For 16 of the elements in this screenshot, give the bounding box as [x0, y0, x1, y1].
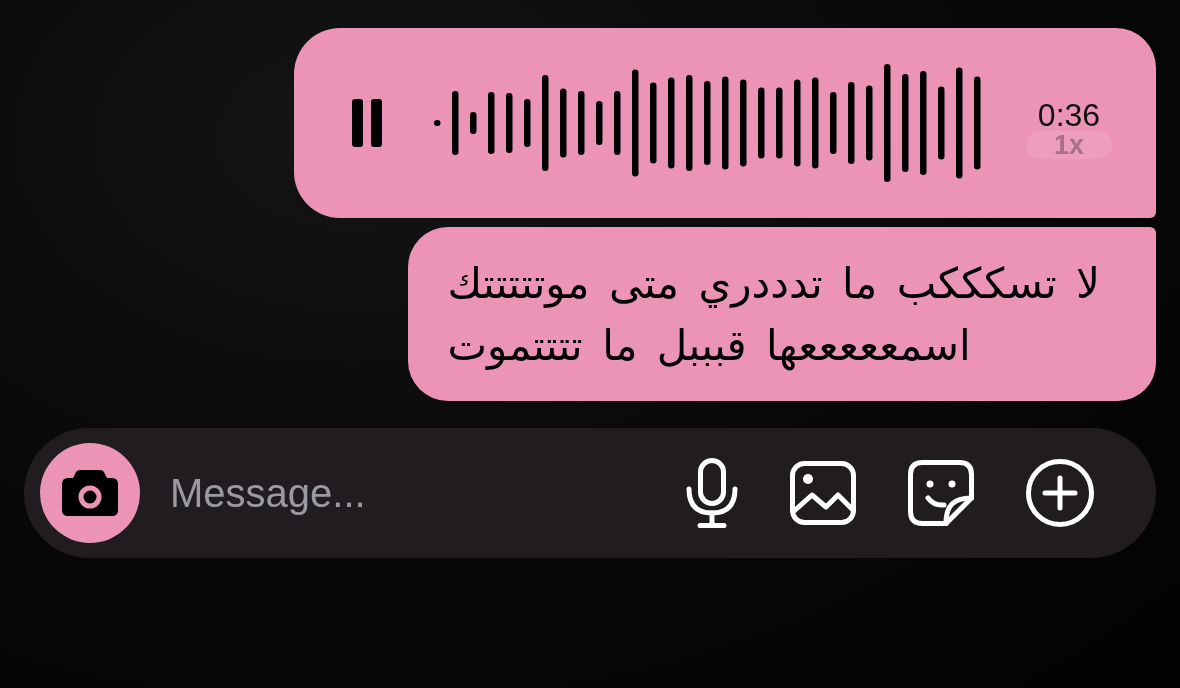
microphone-button[interactable] — [686, 458, 738, 528]
microphone-icon — [686, 458, 738, 528]
message-text: لا تسكككب ما تدددري متى موتتتتتك اسمعععععها قبببل ما تتتتموت — [447, 258, 1100, 373]
pause-button[interactable] — [352, 99, 382, 147]
add-button[interactable] — [1026, 459, 1094, 527]
playback-speed-button[interactable]: 1x — [1025, 131, 1112, 159]
pause-icon — [352, 99, 382, 147]
image-icon — [790, 461, 856, 525]
audio-duration: 0:36 — [1037, 99, 1101, 131]
sticker-icon — [908, 460, 974, 526]
camera-icon — [62, 470, 118, 516]
sticker-button[interactable] — [908, 460, 974, 526]
message-input[interactable]: Message... — [170, 470, 686, 516]
gallery-button[interactable] — [790, 461, 856, 525]
plus-icon — [1026, 459, 1094, 527]
camera-button[interactable] — [40, 443, 140, 543]
